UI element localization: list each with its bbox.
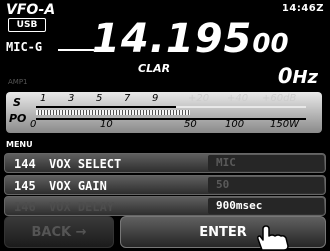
menu-row-number: 144 [14, 157, 36, 171]
mic-gain-label: MIC-G [6, 40, 43, 54]
vfo-label: VFO-A [6, 2, 56, 18]
s-scale-3: 3 [68, 93, 75, 104]
clar-value-unit: Hz [292, 67, 318, 88]
arrow-right-icon: → [71, 225, 87, 240]
mode-badge[interactable]: USB [8, 18, 46, 32]
s-scale-1: 1 [40, 93, 47, 104]
menu-row-label: VOX GAIN [49, 179, 107, 193]
s-scale-7: 7 [124, 93, 131, 104]
frequency-fine: 00 [252, 29, 289, 59]
po-scale-line [36, 118, 306, 120]
s-scale-plus40: +40 [227, 93, 249, 104]
menu-row-vox-gain[interactable]: 145 VOX GAIN 50 [4, 175, 326, 195]
s-scale-9: 9 [152, 93, 159, 104]
menu-row-vox-select[interactable]: 144 VOX SELECT MIC [4, 153, 326, 173]
s-meter-label: S [13, 96, 21, 109]
clar-label: CLAR [138, 62, 171, 75]
menu-row-vox-delay[interactable]: 146 VOX DELAY 900msec [4, 196, 326, 216]
menu-row-label: VOX DELAY [49, 200, 115, 214]
amp-indicator: AMP1 [8, 78, 28, 86]
menu-row-value: 900msec [208, 198, 324, 214]
s-scale-line-white [176, 106, 306, 108]
s-meter-fill [36, 110, 190, 115]
frequency-main: 14.195 [92, 16, 253, 62]
pointer-hand-icon [257, 225, 289, 251]
back-button[interactable]: BACK → [4, 216, 114, 248]
s-scale-5: 5 [96, 93, 103, 104]
menu-row-number: 145 [14, 179, 36, 193]
s-scale-plus20: +20 [188, 93, 210, 104]
po-scale-100: 100 [225, 119, 245, 130]
po-scale-150w: 150W [270, 119, 299, 130]
po-meter-label: PO [9, 112, 27, 125]
po-scale-0: 0 [30, 119, 37, 130]
menu-row-value: MIC [208, 155, 324, 171]
mic-gain-bar [58, 49, 94, 51]
s-meter-track [36, 110, 306, 115]
enter-button-label: ENTER [199, 225, 247, 240]
menu-row-number: 146 [14, 200, 36, 214]
clock-time: 14:46Z [281, 3, 324, 14]
menu-title: MENU [6, 140, 33, 149]
s-scale-line-black [36, 106, 176, 108]
clar-value-number: 0 [277, 64, 293, 88]
frequency-display[interactable]: 14.19500 [92, 16, 289, 62]
menu-row-value: 50 [208, 177, 324, 193]
back-button-label: BACK [31, 225, 72, 240]
menu-row-label: VOX SELECT [49, 157, 122, 171]
meter-panel: S PO 1 3 5 7 9 +20 +40 +60dB 0 10 50 100… [6, 92, 322, 133]
po-scale-10: 10 [100, 119, 113, 130]
s-scale-plus60db: +60dB [262, 93, 297, 104]
po-scale-50: 50 [184, 119, 197, 130]
enter-button[interactable]: ENTER [120, 216, 326, 248]
clar-value[interactable]: 0Hz [278, 64, 318, 88]
